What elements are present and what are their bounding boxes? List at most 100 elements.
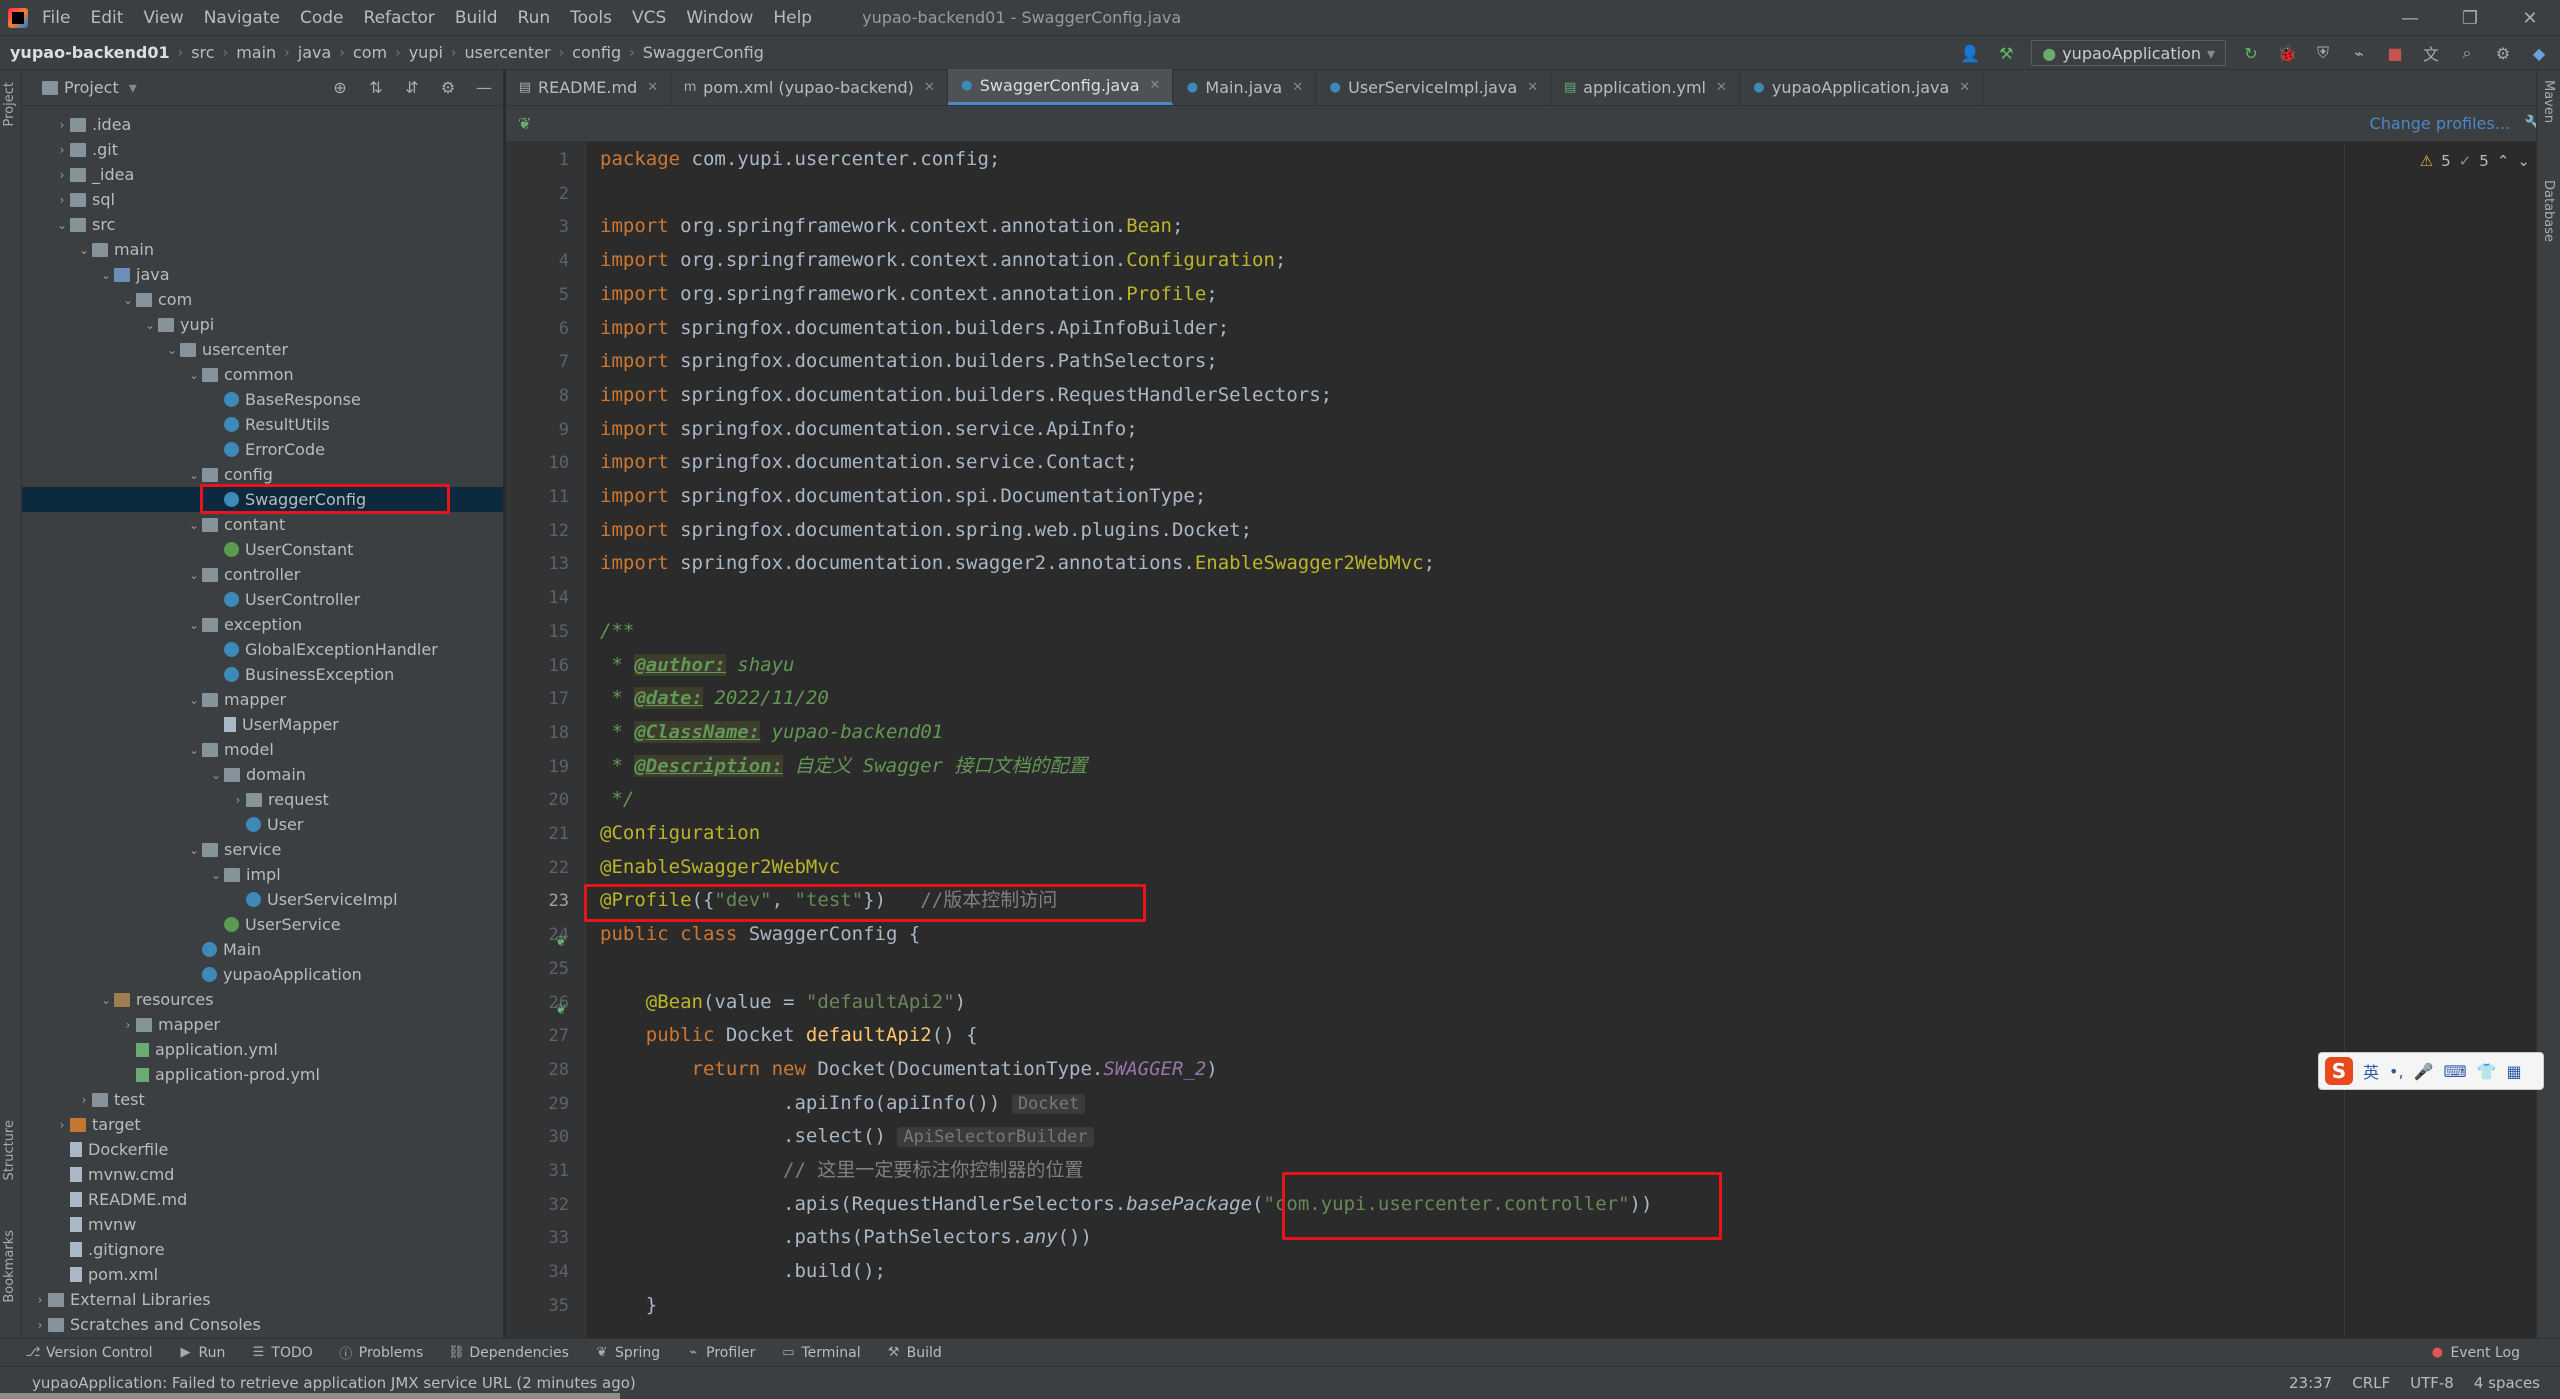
expand-arrow-icon[interactable]: ⌄ xyxy=(186,568,202,582)
project-tool-label[interactable]: Project xyxy=(2,82,17,126)
code-line[interactable]: * @date: 2022/11/20 xyxy=(600,681,829,715)
menu-navigate[interactable]: Navigate xyxy=(204,8,280,28)
tool-window-button[interactable]: ❦ Spring xyxy=(595,1345,661,1361)
tool-window-button[interactable]: ▶ Run xyxy=(179,1345,226,1361)
tree-item[interactable]: mvnw.cmd xyxy=(22,1162,503,1187)
tool-window-button[interactable]: ☰ TODO xyxy=(251,1345,313,1361)
tree-item[interactable]: ⌄ mapper xyxy=(22,687,503,712)
code-line[interactable]: /** xyxy=(600,614,634,648)
code-line[interactable]: return new Docket(DocumentationType.SWAG… xyxy=(600,1052,1218,1086)
tool-window-button[interactable]: ⌁ Profiler xyxy=(686,1345,755,1361)
code-line[interactable]: // 这里一定要标注你控制器的位置 xyxy=(600,1153,1083,1187)
caret-position[interactable]: 23:37 xyxy=(2289,1374,2332,1392)
tab-close-icon[interactable]: ✕ xyxy=(1292,80,1303,95)
menu-window[interactable]: Window xyxy=(686,8,753,28)
tree-item[interactable]: ⌄ controller xyxy=(22,562,503,587)
inspection-widget[interactable]: ⚠ 5 ✓ 5 ⌃ ⌄ xyxy=(2420,152,2530,170)
tool-window-button[interactable]: ⛓ Dependencies xyxy=(448,1345,569,1361)
expand-arrow-icon[interactable]: ⌄ xyxy=(164,343,180,357)
tree-item[interactable]: › sql xyxy=(22,187,503,212)
breadcrumb-item[interactable]: config xyxy=(572,43,621,62)
tree-item[interactable]: ⌄ contant xyxy=(22,512,503,537)
tree-item[interactable]: Main xyxy=(22,937,503,962)
editor-tab[interactable]: ● yupaoApplication.java ✕ xyxy=(1740,69,1984,105)
expand-arrow-icon[interactable]: ⌄ xyxy=(186,368,202,382)
tree-item[interactable]: ⌄ resources xyxy=(22,987,503,1012)
database-tool-label[interactable]: Database xyxy=(2541,180,2556,242)
close-icon[interactable]: ✕ xyxy=(2500,0,2560,36)
status-message[interactable]: yupaoApplication: Failed to retrieve app… xyxy=(0,1374,636,1392)
tab-close-icon[interactable]: ✕ xyxy=(924,80,935,95)
skin-icon[interactable]: 👕 xyxy=(2477,1062,2497,1081)
expand-all-icon[interactable]: ⇅ xyxy=(365,77,387,99)
code-line[interactable]: .apiInfo(apiInfo()) Docket xyxy=(600,1086,1086,1120)
tree-item[interactable]: .gitignore xyxy=(22,1237,503,1262)
code-line[interactable]: package com.yupi.usercenter.config; xyxy=(600,142,1000,176)
expand-arrow-icon[interactable]: ⌄ xyxy=(186,518,202,532)
tree-item[interactable]: ⌄ usercenter xyxy=(22,337,503,362)
tree-item[interactable]: README.md xyxy=(22,1187,503,1212)
keyboard-icon[interactable]: ⌨ xyxy=(2443,1062,2466,1081)
tree-item[interactable]: › External Libraries xyxy=(22,1287,503,1312)
apps-grid-icon[interactable]: ▦ xyxy=(2506,1062,2521,1081)
expand-arrow-icon[interactable]: › xyxy=(120,1018,136,1032)
breadcrumb-item[interactable]: java xyxy=(298,43,332,62)
profile-icon[interactable]: ⌁ xyxy=(2348,42,2370,64)
expand-arrow-icon[interactable]: ⌄ xyxy=(76,243,92,257)
chevron-down-icon[interactable]: ⌄ xyxy=(2517,152,2530,170)
code-line[interactable]: * @Description: 自定义 Swagger 接口文档的配置 xyxy=(600,749,1087,783)
tree-item[interactable]: ⌄ java xyxy=(22,262,503,287)
tree-item[interactable]: pom.xml xyxy=(22,1262,503,1287)
code-line[interactable]: import org.springframework.context.annot… xyxy=(600,243,1286,277)
code-line[interactable]: import springfox.documentation.spi.Docum… xyxy=(600,479,1206,513)
expand-arrow-icon[interactable]: › xyxy=(54,1118,70,1132)
debug-icon[interactable]: 🐞 xyxy=(2276,42,2298,64)
breadcrumb-item[interactable]: yupi xyxy=(409,43,443,62)
tree-item[interactable]: ⌄ main xyxy=(22,237,503,262)
rerun-icon[interactable]: ↻ xyxy=(2240,42,2262,64)
structure-tool-label[interactable]: Structure xyxy=(2,1120,17,1180)
menu-help[interactable]: Help xyxy=(773,8,812,28)
breadcrumb-item[interactable]: src xyxy=(191,43,214,62)
breadcrumb-item[interactable]: com xyxy=(353,43,387,62)
tab-close-icon[interactable]: ✕ xyxy=(647,80,658,95)
tool-window-button[interactable]: ⎇ Version Control xyxy=(26,1345,153,1361)
code-view[interactable]: package com.yupi.usercenter.config; impor… xyxy=(600,142,2500,1352)
tree-item[interactable]: UserMapper xyxy=(22,712,503,737)
breadcrumb-item[interactable]: usercenter xyxy=(465,43,551,62)
event-log-button[interactable]: ● Event Log xyxy=(2430,1345,2520,1361)
tree-item[interactable]: ⌄ common xyxy=(22,362,503,387)
editor-tab[interactable]: m pom.xml (yupao-backend) ✕ xyxy=(671,69,948,105)
tree-item[interactable]: BusinessException xyxy=(22,662,503,687)
code-line[interactable]: import springfox.documentation.builders.… xyxy=(600,344,1218,378)
expand-arrow-icon[interactable]: ⌄ xyxy=(208,768,224,782)
expand-arrow-icon[interactable]: ⌄ xyxy=(142,318,158,332)
stop-icon[interactable]: ■ xyxy=(2384,42,2406,64)
expand-arrow-icon[interactable]: › xyxy=(54,143,70,157)
indent-setting[interactable]: 4 spaces xyxy=(2474,1374,2540,1392)
minimize-icon[interactable]: — xyxy=(2380,0,2440,36)
tree-item[interactable]: UserConstant xyxy=(22,537,503,562)
settings-icon[interactable]: ⚙ xyxy=(437,77,459,99)
tree-item[interactable]: UserController xyxy=(22,587,503,612)
tree-item[interactable]: application-prod.yml xyxy=(22,1062,503,1087)
editor-tab[interactable]: ▤ README.md ✕ xyxy=(506,69,672,105)
punctuation-icon[interactable]: •, xyxy=(2389,1062,2404,1081)
menu-run[interactable]: Run xyxy=(518,8,551,28)
tree-item[interactable]: application.yml xyxy=(22,1037,503,1062)
code-line[interactable]: import org.springframework.context.annot… xyxy=(600,209,1183,243)
tool-window-button[interactable]: ⚒ Build xyxy=(887,1345,942,1361)
tree-item[interactable]: ResultUtils xyxy=(22,412,503,437)
breadcrumb-item[interactable]: main xyxy=(236,43,276,62)
ime-lang-toggle[interactable]: 英 xyxy=(2363,1059,2379,1083)
code-line[interactable]: @EnableSwagger2WebMvc xyxy=(600,850,840,884)
code-line[interactable]: import springfox.documentation.builders.… xyxy=(600,311,1229,345)
tree-item[interactable]: › .git xyxy=(22,137,503,162)
menu-view[interactable]: View xyxy=(143,8,183,28)
chevron-down-icon[interactable]: ▾ xyxy=(129,78,137,97)
code-line[interactable]: public class SwaggerConfig { xyxy=(600,917,920,951)
hammer-icon[interactable]: ⚒ xyxy=(1995,42,2017,64)
tab-close-icon[interactable]: ✕ xyxy=(1150,78,1161,93)
gear-icon[interactable]: ⚙ xyxy=(2492,42,2514,64)
expand-arrow-icon[interactable]: ⌄ xyxy=(186,743,202,757)
